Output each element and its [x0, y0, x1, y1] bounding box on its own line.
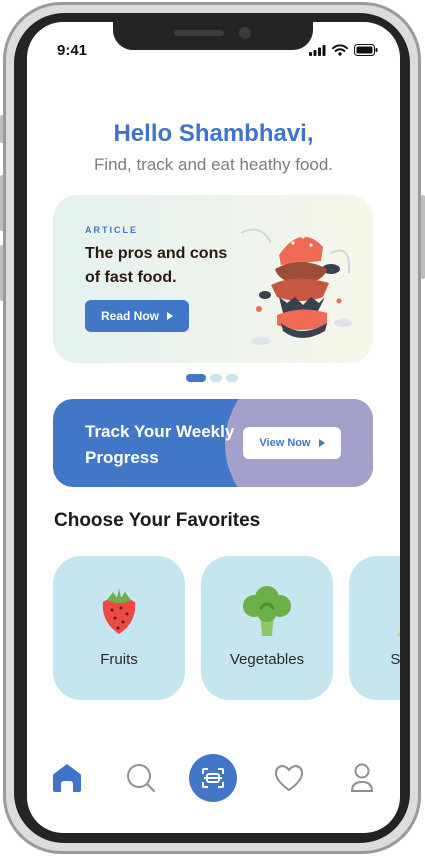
strawberry-icon: [102, 588, 136, 634]
scan-button[interactable]: [189, 754, 237, 802]
power-button: [421, 195, 425, 279]
speaker: [174, 30, 224, 36]
progress-title: Track Your Weekly Progress: [85, 422, 235, 467]
carousel-dots: [186, 374, 238, 382]
favorite-label: Fruits: [100, 651, 138, 668]
snack-icon-wrap: [349, 586, 400, 638]
greeting-subtitle: Find, track and eat heathy food.: [93, 155, 334, 174]
burger-illustration: [240, 228, 352, 345]
wifi-icon: [332, 44, 348, 56]
view-now-label: View Now: [259, 437, 311, 449]
status-icons: [309, 44, 378, 56]
read-now-button[interactable]: Read Now: [85, 300, 189, 332]
play-arrow-icon: [318, 439, 325, 447]
notch: [113, 22, 313, 50]
read-now-label: Read Now: [100, 309, 159, 323]
favorite-label: Vegetables: [229, 651, 305, 668]
progress-card[interactable]: Track Your Weekly Progress View Now: [53, 399, 373, 487]
favorite-card-vegetables[interactable]: Vegetables: [201, 556, 333, 700]
carousel-dot-3[interactable]: [226, 374, 238, 382]
battery-icon: [354, 44, 378, 56]
status-time: 9:41: [57, 42, 88, 59]
broccoli-icon-wrap: [201, 586, 333, 638]
broccoli-icon: [243, 586, 291, 636]
front-camera: [239, 27, 251, 39]
snack-icon: [397, 630, 400, 636]
article-card[interactable]: ARTICLE The pros and cons of fast food. …: [53, 195, 373, 363]
greeting-title: Hello Shambhavi,: [113, 120, 314, 147]
profile-icon: [350, 763, 374, 792]
nav-home[interactable]: [43, 750, 91, 806]
heart-icon: [274, 764, 304, 792]
carousel-dot-1[interactable]: [186, 374, 206, 382]
favorite-label: Snacks: [390, 651, 400, 668]
article-tag: ARTICLE: [85, 225, 138, 235]
article-title: The pros and cons of fast food.: [85, 245, 228, 286]
nav-favorites[interactable]: [265, 750, 313, 806]
home-icon: [53, 764, 81, 792]
app-screen: 9:41 Hello Shambhavi, Find, track and ea…: [27, 22, 400, 833]
play-arrow-icon: [167, 312, 173, 320]
favorite-card-snacks[interactable]: Snacks: [349, 556, 400, 700]
search-icon: [127, 764, 155, 792]
nav-profile[interactable]: [338, 750, 386, 806]
nav-search[interactable]: [117, 750, 165, 806]
favorite-card-fruits[interactable]: Fruits: [53, 556, 185, 700]
strawberry-icon-wrap: [53, 586, 185, 636]
scan-icon: [202, 768, 224, 788]
favorites-title: Choose Your Favorites: [54, 510, 261, 531]
carousel-dot-2[interactable]: [210, 374, 222, 382]
signal-icon: [309, 44, 326, 56]
view-now-button[interactable]: View Now: [243, 427, 341, 459]
nav-scan[interactable]: [189, 750, 237, 806]
bottom-nav: [27, 750, 400, 806]
